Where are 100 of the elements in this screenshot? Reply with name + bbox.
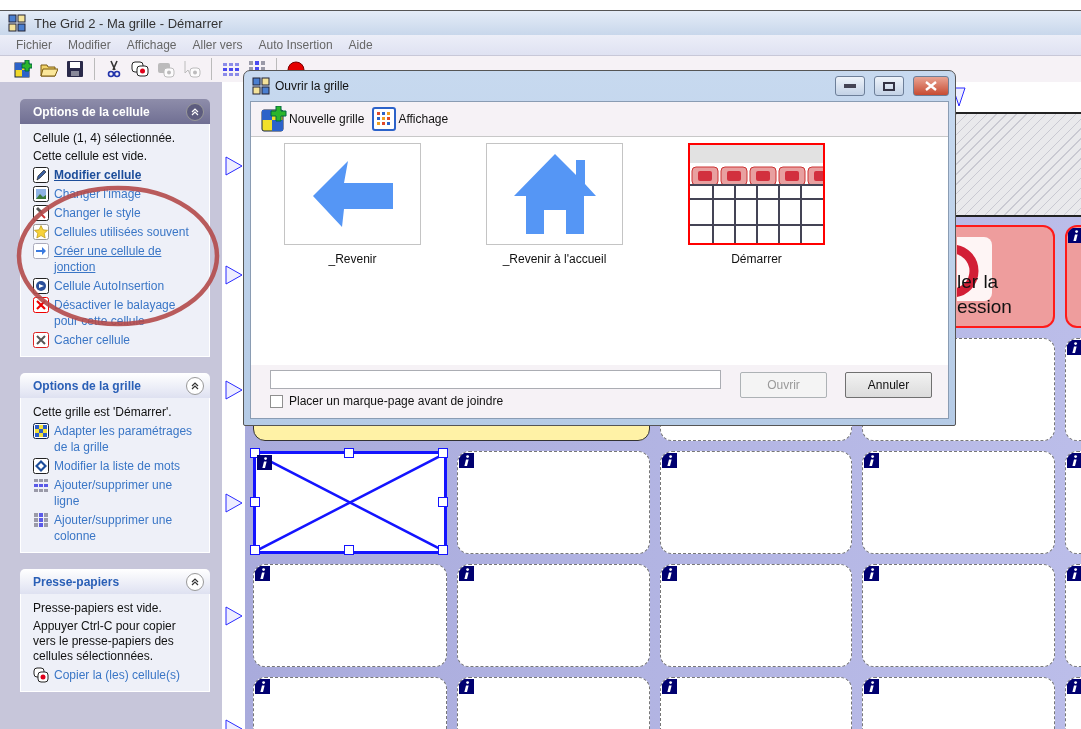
menu-item[interactable]: Affichage (118, 38, 185, 52)
resize-handle[interactable] (438, 545, 448, 555)
info-icon[interactable] (255, 566, 270, 581)
pencil-icon (33, 167, 49, 183)
info-icon[interactable] (255, 679, 270, 694)
info-icon[interactable] (257, 455, 272, 470)
collapse-button[interactable] (186, 102, 204, 121)
resize-handle[interactable] (250, 545, 260, 555)
panel-header[interactable]: Options de la grille (20, 373, 210, 398)
grid-thumbnail[interactable] (486, 143, 623, 245)
info-icon[interactable] (1067, 453, 1081, 468)
task-link[interactable]: Adapter les paramétrages de la grille (33, 423, 195, 455)
task-link[interactable]: Modifier cellule (33, 167, 195, 183)
save-icon[interactable] (66, 60, 84, 78)
thumbnail-label: _Revenir (328, 252, 377, 266)
menu-item[interactable]: Fichier (8, 38, 60, 52)
info-icon[interactable] (1067, 340, 1081, 355)
scissors-icon[interactable] (105, 60, 123, 78)
resize-handle[interactable] (344, 448, 354, 458)
grid-cell[interactable] (457, 451, 650, 554)
picture-icon (33, 186, 49, 202)
app-icon (8, 14, 26, 32)
task-link[interactable]: Créer une cellule de jonction (33, 243, 195, 275)
chevron-icon (191, 577, 199, 586)
resize-handle[interactable] (438, 448, 448, 458)
collapse-button[interactable] (186, 376, 204, 395)
dialog-button[interactable]: Annuler (845, 372, 932, 398)
minimize-button[interactable] (835, 76, 865, 96)
menu-item[interactable]: Aller vers (184, 38, 251, 52)
task-link[interactable]: Changer le style (33, 205, 195, 221)
cross-icon (33, 332, 49, 348)
task-link[interactable]: Ajouter/supprimer une colonne (33, 512, 195, 544)
row-marker-icon[interactable] (224, 605, 243, 626)
chevron-icon (191, 381, 199, 390)
info-icon[interactable] (459, 679, 474, 694)
info-icon[interactable] (864, 566, 879, 581)
info-icon[interactable] (1067, 679, 1081, 694)
copy-icon[interactable] (131, 60, 149, 78)
close-icon (925, 81, 937, 91)
collapse-button[interactable] (186, 572, 204, 591)
panel-text: Appuyer Ctrl-C pour copier vers le presse-papiers des cellules sélectionnées. (33, 619, 177, 664)
panel-text: Cette cellule est vide. (33, 149, 149, 164)
info-icon[interactable] (662, 566, 677, 581)
grid-cell[interactable] (862, 564, 1055, 667)
dialog-icon (252, 77, 270, 95)
resize-handle[interactable] (250, 496, 260, 507)
minimize-icon (844, 84, 856, 88)
menu-item[interactable]: Auto Insertion (250, 38, 341, 52)
info-icon[interactable] (1067, 566, 1081, 581)
info-icon[interactable] (662, 453, 677, 468)
grid-thumbnail[interactable] (284, 143, 421, 245)
info-icon[interactable] (864, 679, 879, 694)
window-title: The Grid 2 - Ma grille - Démarrer (34, 15, 223, 31)
task-link[interactable]: Cellules utilisées souvent (33, 224, 195, 240)
task-link[interactable]: Ajouter/supprimer une ligne (33, 477, 195, 509)
task-link[interactable]: Cellule AutoInsertion (33, 278, 195, 294)
resize-handle[interactable] (438, 496, 448, 507)
info-icon[interactable] (459, 566, 474, 581)
info-icon[interactable] (662, 679, 677, 694)
panel-header[interactable]: Options de la cellule (20, 99, 210, 124)
panel-text: Presse-papiers est vide. (33, 601, 163, 616)
close-button[interactable] (913, 76, 949, 96)
resize-handle[interactable] (344, 545, 354, 555)
row-marker-icon[interactable] (224, 492, 243, 513)
grid-columns-icon (33, 512, 49, 528)
grid-cell[interactable] (253, 564, 447, 667)
grid-cell[interactable] (862, 451, 1055, 554)
maximize-button[interactable] (874, 76, 904, 96)
resize-handle[interactable] (250, 448, 260, 458)
copy-icon (33, 667, 49, 683)
bookmark-checkbox[interactable] (270, 394, 283, 408)
info-icon[interactable] (1068, 228, 1081, 243)
task-link[interactable]: Modifier la liste de mots (33, 458, 195, 474)
menu-item[interactable]: Aide (340, 38, 381, 52)
menu-item[interactable]: Modifier (60, 38, 119, 52)
checker-icon (33, 423, 49, 439)
panel-text: Cellule (1, 4) sélectionnée. (33, 131, 177, 146)
panel-title: Options de la cellule (33, 104, 150, 119)
grid-icon[interactable] (222, 60, 240, 78)
info-icon[interactable] (459, 453, 474, 468)
task-link[interactable]: Cacher cellule (33, 332, 195, 348)
chevron-icon (191, 107, 199, 116)
maximize-icon (883, 81, 895, 91)
diamond-icon (33, 458, 49, 474)
panel-title: Presse-papiers (33, 574, 120, 589)
grid-cell[interactable] (660, 564, 852, 667)
dialog-tool-button[interactable]: Nouvelle grille (261, 106, 365, 132)
star-icon (33, 224, 49, 240)
grid-cell[interactable] (457, 564, 650, 667)
grid-rows-icon (33, 477, 49, 493)
new-grid-icon[interactable] (14, 60, 32, 78)
dialog-tool-button[interactable]: Affichage (372, 107, 449, 131)
grid-name-field[interactable] (270, 370, 721, 389)
checkbox-label: Placer un marque-page avant de joindre (289, 394, 504, 408)
panel-header[interactable]: Presse-papiers (20, 569, 210, 594)
panel-title: Options de la grille (33, 378, 142, 393)
task-link[interactable]: Copier la (les) cellule(s) (33, 667, 195, 683)
info-icon[interactable] (864, 453, 879, 468)
thumbnail-label: Démarrer (731, 252, 782, 266)
grid-cell[interactable] (660, 451, 852, 554)
